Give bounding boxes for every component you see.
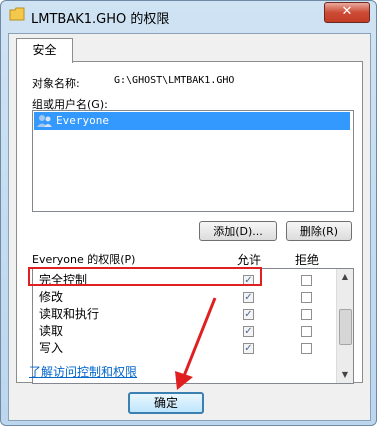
ok-button[interactable]: 确定 xyxy=(128,392,204,414)
security-panel: 对象名称: G:\GHOST\LMTBAK1.GHO 组或用户名(G): Eve… xyxy=(16,61,363,384)
learn-permissions-link[interactable]: 了解访问控制和权限 xyxy=(29,363,137,380)
permissions-dialog: LMTBAK1.GHO 的权限 ✕ 安全 对象名称: G:\GHOST\LMTB… xyxy=(0,0,377,426)
permission-name: 读取和执行 xyxy=(39,307,100,321)
deny-checkbox[interactable] xyxy=(301,275,312,286)
deny-checkbox[interactable] xyxy=(301,343,312,354)
scroll-up-icon[interactable]: ▲ xyxy=(337,269,353,285)
permission-name: 修改 xyxy=(39,290,64,304)
deny-checkbox[interactable] xyxy=(301,292,312,303)
permission-row-read: 读取 ✓ xyxy=(33,323,336,340)
user-list[interactable]: Everyone xyxy=(32,110,354,212)
allow-checkbox[interactable]: ✓ xyxy=(243,309,254,320)
allow-checkbox[interactable]: ✓ xyxy=(243,292,254,303)
permissions-scrollbar[interactable]: ▲ ▼ xyxy=(336,269,353,383)
permissions-header: Everyone 的权限(P) xyxy=(32,253,136,266)
permission-name: 写入 xyxy=(39,341,64,355)
allow-column-header: 允许 xyxy=(237,253,262,267)
close-button[interactable]: ✕ xyxy=(324,2,370,23)
deny-column-header: 拒绝 xyxy=(295,253,320,267)
allow-checkbox[interactable]: ✓ xyxy=(243,343,254,354)
permission-row-write: 写入 ✓ xyxy=(33,340,336,357)
object-name-value: G:\GHOST\LMTBAK1.GHO xyxy=(114,75,235,86)
remove-button[interactable]: 删除(R) xyxy=(286,221,352,241)
permission-name: 读取 xyxy=(39,324,64,338)
window-title: LMTBAK1.GHO 的权限 xyxy=(31,12,170,27)
user-name: Everyone xyxy=(56,114,109,127)
scroll-down-icon[interactable]: ▼ xyxy=(337,367,353,383)
scroll-thumb[interactable] xyxy=(339,309,352,345)
allow-checkbox[interactable]: ✓ xyxy=(243,326,254,337)
tab-security[interactable]: 安全 xyxy=(16,38,73,63)
folder-icon xyxy=(9,7,25,21)
dialog-body: 安全 对象名称: G:\GHOST\LMTBAK1.GHO 组或用户名(G): … xyxy=(8,33,371,421)
deny-checkbox[interactable] xyxy=(301,309,312,320)
permission-row-read-execute: 读取和执行 ✓ xyxy=(33,306,336,323)
deny-checkbox[interactable] xyxy=(301,326,312,337)
add-button[interactable]: 添加(D)... xyxy=(199,221,277,241)
object-name-label: 对象名称: xyxy=(32,77,80,90)
full-control-highlight xyxy=(28,267,262,286)
user-group-icon xyxy=(37,115,52,127)
permission-row-modify: 修改 ✓ xyxy=(33,289,336,306)
list-item[interactable]: Everyone xyxy=(34,112,350,130)
title-bar[interactable]: LMTBAK1.GHO 的权限 ✕ xyxy=(1,1,376,31)
